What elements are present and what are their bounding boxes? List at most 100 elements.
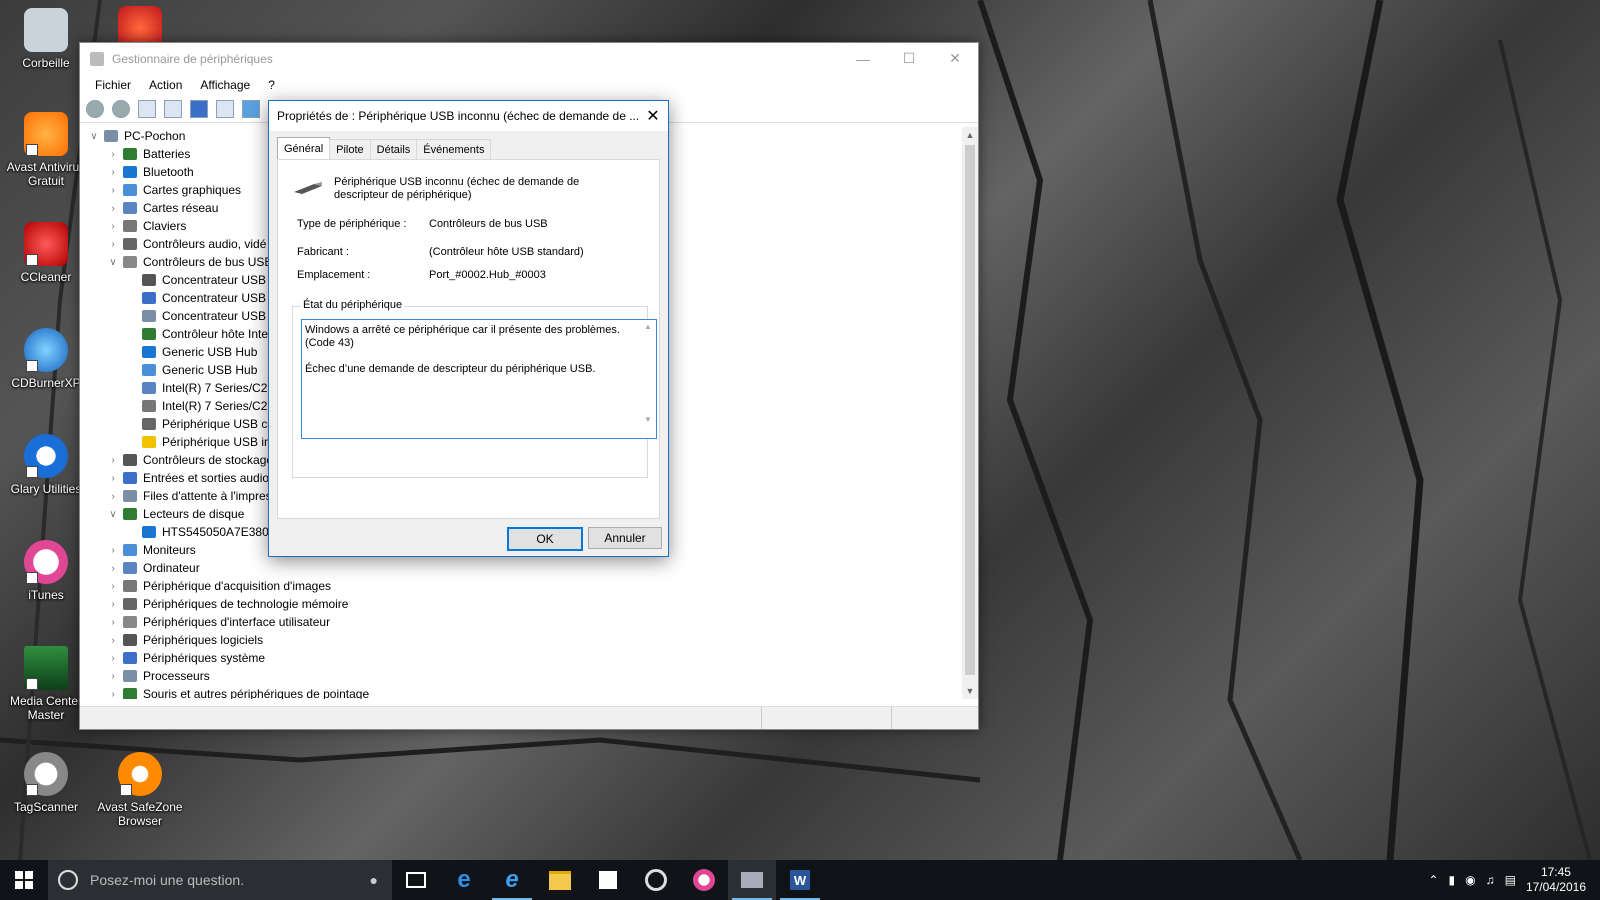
scroll-down-icon[interactable]: ▼: [962, 683, 978, 699]
show-hidden-icons-icon[interactable]: ⌃: [1428, 873, 1438, 887]
dialog-close-button[interactable]: ✕: [638, 101, 668, 131]
taskbar-explorer[interactable]: [536, 860, 584, 900]
tab-details[interactable]: Détails: [369, 139, 418, 160]
menu-affichage[interactable]: Affichage: [191, 78, 259, 92]
desktop-icon-glary[interactable]: Glary Utilities: [2, 434, 90, 496]
device-state-textbox[interactable]: Windows a arrêté ce périphérique car il …: [301, 319, 657, 439]
network-icon[interactable]: ◉: [1465, 873, 1475, 887]
expand-chevron-icon[interactable]: ›: [107, 239, 119, 250]
start-button[interactable]: [0, 860, 48, 900]
tree-item[interactable]: › Périphériques logiciels: [80, 631, 962, 649]
microphone-icon[interactable]: ●: [370, 872, 378, 888]
taskbar-tagscanner[interactable]: [632, 860, 680, 900]
device-category-icon: [142, 400, 156, 412]
properties-icon[interactable]: [138, 100, 156, 118]
expand-chevron-icon[interactable]: ›: [107, 599, 119, 610]
collapse-chevron-icon[interactable]: ∨: [107, 257, 119, 268]
volume-icon[interactable]: ♫: [1486, 873, 1495, 887]
tree-item[interactable]: › Ordinateur: [80, 559, 962, 577]
desktop-icon-cdburnerxp[interactable]: CDBurnerXP: [2, 328, 90, 390]
tree-item[interactable]: › Souris et autres périphériques de point…: [80, 685, 962, 699]
expand-chevron-icon[interactable]: ›: [107, 149, 119, 160]
desktop-icon-itunes[interactable]: iTunes: [2, 540, 90, 602]
device-category-icon: [123, 598, 137, 610]
scroll-up-icon[interactable]: ▲: [962, 127, 978, 143]
tree-item[interactable]: › Périphériques système: [80, 649, 962, 667]
desktop-icon-safezone[interactable]: Avast SafeZone Browser: [96, 752, 184, 828]
desktop-icon-recycle-bin[interactable]: Corbeille: [2, 8, 90, 70]
expand-chevron-icon[interactable]: ›: [107, 689, 119, 700]
properties-dialog: Propriétés de : Périphérique USB inconnu…: [268, 100, 669, 557]
tree-item-label: Files d'attente à l'impres: [143, 489, 272, 503]
tree-item-label: Bluetooth: [143, 165, 194, 179]
tree-item[interactable]: › Processeurs: [80, 667, 962, 685]
expand-chevron-icon[interactable]: ›: [107, 221, 119, 232]
menu-action[interactable]: Action: [140, 78, 191, 92]
close-button[interactable]: ✕: [932, 43, 978, 74]
help-icon[interactable]: [190, 100, 208, 118]
monitor-icon[interactable]: [242, 100, 260, 118]
clock[interactable]: 17:45 17/04/2016: [1526, 865, 1586, 895]
expand-chevron-icon[interactable]: ›: [107, 563, 119, 574]
tree-item[interactable]: › Périphériques d'interface utilisateur: [80, 613, 962, 631]
type-value: Contrôleurs de bus USB: [429, 218, 548, 230]
expand-chevron-icon[interactable]: ›: [107, 185, 119, 196]
state-scrollbar[interactable]: ▲ ▼: [640, 320, 656, 438]
device-category-icon: [123, 508, 137, 520]
desktop-icon-ccleaner[interactable]: CCleaner: [2, 222, 90, 284]
maximize-button[interactable]: ☐: [886, 43, 932, 74]
tree-item[interactable]: › Périphérique d'acquisition d'images: [80, 577, 962, 595]
list-icon[interactable]: [164, 100, 182, 118]
tree-item[interactable]: › Périphériques de technologie mémoire: [80, 595, 962, 613]
menu-fichier[interactable]: Fichier: [86, 78, 140, 92]
notification-icon[interactable]: ▤: [1505, 873, 1516, 887]
taskbar-edge[interactable]: e: [440, 860, 488, 900]
back-icon[interactable]: [86, 100, 104, 118]
expand-chevron-icon[interactable]: ›: [107, 671, 119, 682]
ccleaner-icon: [24, 222, 68, 266]
desktop-icon-media-center[interactable]: Media Center Master: [2, 646, 90, 722]
taskbar-device-manager[interactable]: [728, 860, 776, 900]
tab-general[interactable]: Général: [277, 137, 331, 160]
forward-icon[interactable]: [112, 100, 130, 118]
device-category-icon: [123, 238, 137, 250]
expand-chevron-icon[interactable]: ›: [107, 473, 119, 484]
cortana-search[interactable]: Posez-moi une question. ●: [48, 860, 392, 900]
tree-item-label: Generic USB Hub: [162, 345, 258, 359]
expand-chevron-icon[interactable]: ›: [107, 545, 119, 556]
status-bar: [80, 706, 978, 729]
scrollbar-thumb[interactable]: [965, 145, 975, 675]
expand-chevron-icon[interactable]: ›: [107, 455, 119, 466]
expand-chevron-icon[interactable]: ›: [107, 581, 119, 592]
expand-chevron-icon[interactable]: ›: [107, 203, 119, 214]
battery-icon[interactable]: ▮: [1449, 873, 1456, 887]
tab-pilote[interactable]: Pilote: [329, 139, 371, 160]
ok-button[interactable]: OK: [507, 527, 583, 551]
taskbar-itunes[interactable]: [680, 860, 728, 900]
desktop-icon-avast[interactable]: Avast Antivirus Gratuit: [2, 112, 90, 188]
device-category-icon: [123, 634, 137, 646]
tab-evenements[interactable]: Événements: [416, 139, 492, 160]
word-icon: W: [790, 870, 810, 890]
expand-chevron-icon[interactable]: ›: [107, 167, 119, 178]
view-icon[interactable]: [216, 100, 234, 118]
expand-chevron-icon[interactable]: ›: [107, 653, 119, 664]
device-category-icon: [123, 184, 137, 196]
task-view-button[interactable]: [392, 860, 440, 900]
minimize-button[interactable]: —: [840, 43, 886, 74]
expand-chevron-icon[interactable]: ›: [107, 617, 119, 628]
taskbar-word[interactable]: W: [776, 860, 824, 900]
collapse-chevron-icon[interactable]: ∨: [107, 509, 119, 520]
location-label: Emplacement :: [297, 269, 371, 281]
cancel-button[interactable]: Annuler: [588, 527, 662, 549]
taskbar-store[interactable]: [584, 860, 632, 900]
device-category-icon: [104, 130, 118, 142]
vertical-scrollbar[interactable]: ▲ ▼: [962, 127, 978, 699]
menu-help[interactable]: ?: [259, 78, 284, 92]
taskbar-ie[interactable]: e: [488, 860, 536, 900]
tree-item-label: Périphérique USB co: [162, 417, 275, 431]
expand-chevron-icon[interactable]: ›: [107, 491, 119, 502]
collapse-chevron-icon[interactable]: ∨: [88, 131, 100, 142]
desktop-icon-tagscanner[interactable]: TagScanner: [2, 752, 90, 814]
expand-chevron-icon[interactable]: ›: [107, 635, 119, 646]
